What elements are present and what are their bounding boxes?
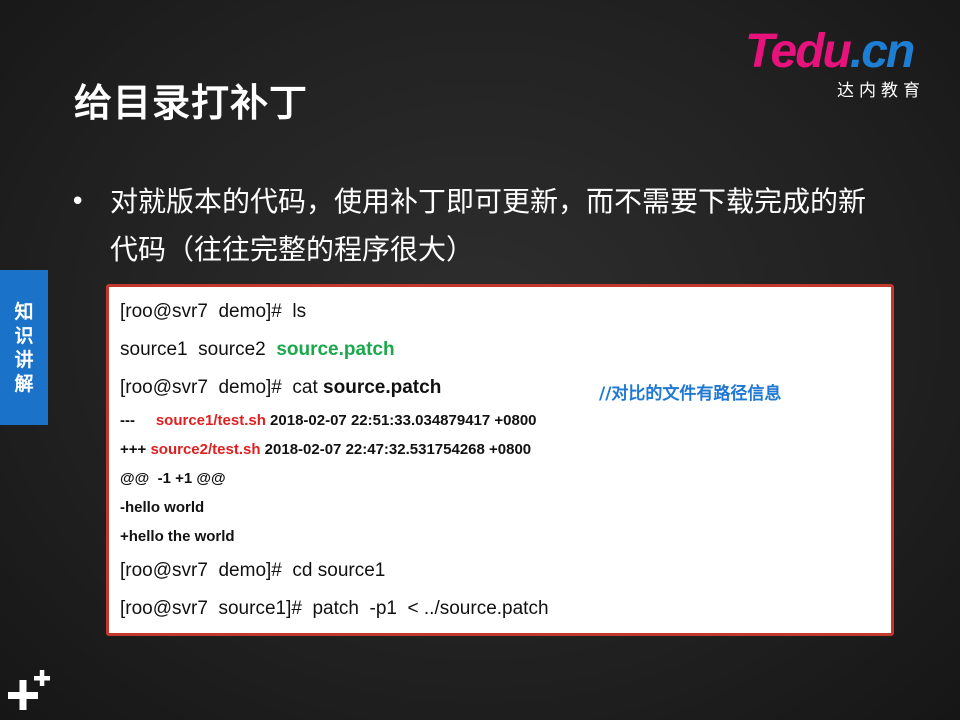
terminal-line: [roo@svr7 demo]# ls	[120, 301, 306, 323]
diff-header-new: +++ source2/test.sh 2018-02-07 22:47:32.…	[120, 441, 531, 458]
diff-added-line: +hello the world	[120, 528, 235, 545]
diff-prefix: +++	[120, 441, 151, 458]
command-text: [roo@svr7 demo]# ls	[120, 301, 307, 322]
diff-hunk: @@ -1 +1 @@	[120, 470, 226, 487]
diff-file-name: source1/test.sh	[155, 412, 266, 429]
side-tab-label: 知识讲解	[14, 301, 34, 395]
command-text: [roo@svr7 demo]# cat	[120, 377, 324, 398]
side-tab: 知识讲解	[0, 270, 48, 425]
terminal-box: [roo@svr7 demo]# ls source1 source2 sour…	[106, 284, 894, 636]
terminal-line: [roo@svr7 source1]# patch -p1 < ../sourc…	[120, 598, 549, 619]
bullet-point: • 对就版本的代码，使用补丁即可更新，而不需要下载完成的新代码（往往完整的程序很…	[70, 178, 890, 274]
diff-timestamp: 2018-02-07 22:51:33.034879417 +0800	[265, 412, 537, 429]
diff-timestamp: 2018-02-07 22:47:32.531754268 +0800	[260, 441, 532, 458]
diff-header-old: --- source1/test.sh 2018-02-07 22:51:33.…	[120, 412, 537, 429]
diff-prefix: ---	[120, 412, 156, 429]
logo-subtitle: 达内教育	[837, 81, 925, 101]
terminal-line: [roo@svr7 demo]# cat source.patch	[120, 377, 441, 399]
plus-logo-icon	[8, 670, 50, 710]
patch-file-name: source.patch	[276, 339, 395, 360]
diff-file-name: source2/test.sh	[150, 441, 261, 458]
comment-text: //对比的文件有路径信息	[599, 384, 782, 404]
logo-tld: .cn	[849, 25, 915, 78]
tedu-logo: Tedu.cn 达内教育	[745, 24, 935, 104]
patch-file-name: source.patch	[323, 377, 442, 398]
logo-brand: Tedu	[745, 25, 852, 78]
logo-wordmark: Tedu.cn	[745, 24, 915, 80]
file-list: source1 source2	[120, 339, 277, 360]
diff-removed-line: -hello world	[120, 499, 205, 516]
page-title: 给目录打补丁	[74, 81, 309, 125]
terminal-line: source1 source2 source.patch	[120, 339, 395, 361]
bullet-marker: •	[70, 187, 86, 217]
bullet-text: 对就版本的代码，使用补丁即可更新，而不需要下载完成的新代码（往往完整的程序很大）	[110, 185, 867, 266]
terminal-line: [roo@svr7 demo]# cd source1	[120, 560, 386, 581]
